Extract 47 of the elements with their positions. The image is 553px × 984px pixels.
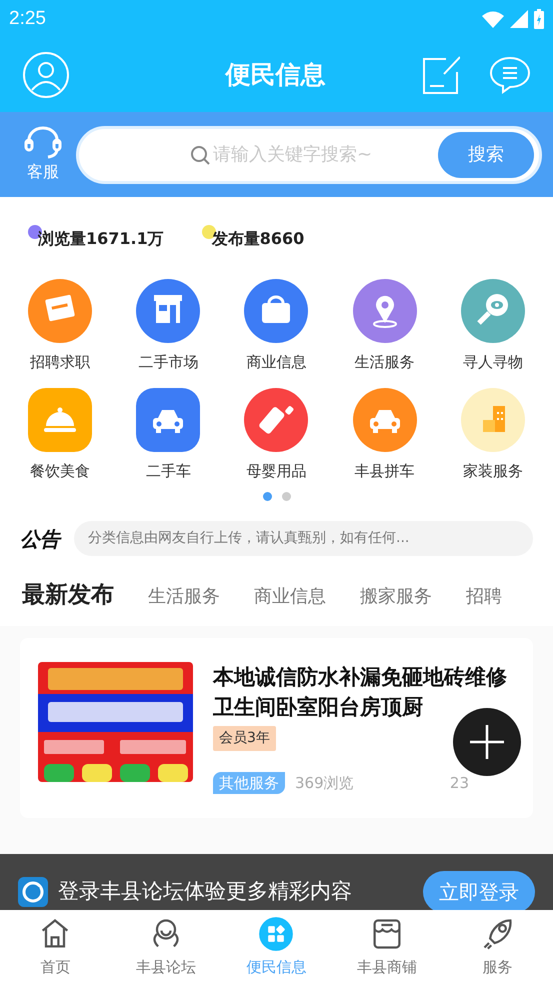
status-time: 2:25 xyxy=(9,6,46,31)
app-logo-icon xyxy=(18,877,48,907)
plus-icon xyxy=(470,725,504,759)
search-button[interactable]: 搜索 xyxy=(438,132,534,178)
stat-text: 发布量8660 xyxy=(210,229,304,248)
category-tab[interactable]: 商业信息 xyxy=(254,583,326,612)
listing-card[interactable]: 本地诚信防水补漏免砸地砖维修卫生间卧室阳台房顶厨 会员3年 其他服务 369浏览 23 xyxy=(20,638,533,818)
category-label[interactable]: 家装服务 xyxy=(462,460,523,482)
login-button[interactable]: 立即登录 xyxy=(423,871,535,910)
view-count: 369浏览 xyxy=(295,772,354,794)
member-tag: 会员3年 xyxy=(213,726,276,751)
signal-icon xyxy=(510,10,528,28)
battery-icon xyxy=(534,9,544,29)
post-time: 23 xyxy=(450,772,469,794)
category-label[interactable]: 寻人寻物 xyxy=(462,351,523,374)
category-label[interactable]: 丰县拼车 xyxy=(354,460,415,482)
category-label[interactable]: 生活服务 xyxy=(354,351,415,374)
category-label[interactable]: 二手车 xyxy=(146,460,191,482)
notice-title: 公告 xyxy=(20,526,60,552)
nav-tab[interactable]: 服务 xyxy=(442,910,553,984)
category-label[interactable]: 餐饮美食 xyxy=(30,460,90,482)
message-icon[interactable] xyxy=(490,56,530,94)
category-tab[interactable]: 最新发布 xyxy=(22,578,114,612)
service-label[interactable]: 客服 xyxy=(27,160,59,184)
nav-tab[interactable]: 丰县论坛 xyxy=(110,910,222,984)
category-label[interactable]: 招聘求职 xyxy=(30,351,90,374)
compose-icon[interactable] xyxy=(422,56,460,94)
login-prompt: 登录丰县论坛体验更多精彩内容 xyxy=(58,878,352,906)
category-tab[interactable]: 生活服务 xyxy=(148,583,220,612)
nav-icon xyxy=(258,916,294,952)
notice-text[interactable]: 分类信息由网友自行上传，请认真甄别，如有任何... xyxy=(74,521,533,556)
category-tab[interactable]: 搬家服务 xyxy=(360,583,432,612)
nav-tab[interactable]: 便民信息 xyxy=(221,910,332,984)
listing-title: 本地诚信防水补漏免砸地砖维修卫生间卧室阳台房顶厨 xyxy=(213,664,508,721)
headset-icon[interactable] xyxy=(24,126,62,160)
category-label[interactable]: 二手市场 xyxy=(138,351,198,374)
category-label[interactable]: 商业信息 xyxy=(246,351,306,374)
stat-text: 浏览量1671.1万 xyxy=(37,229,164,248)
category-label[interactable]: 母婴用品 xyxy=(246,460,306,482)
nav-tab[interactable]: 首页 xyxy=(0,910,111,984)
category-tab[interactable]: 招聘 xyxy=(466,583,502,612)
profile-icon[interactable] xyxy=(23,52,69,98)
category-tag: 其他服务 xyxy=(213,772,285,794)
search-icon xyxy=(189,144,211,166)
header-title: 便民信息 xyxy=(226,59,326,92)
wifi-icon xyxy=(482,10,504,28)
nav-tab[interactable]: 丰县商铺 xyxy=(332,910,442,984)
